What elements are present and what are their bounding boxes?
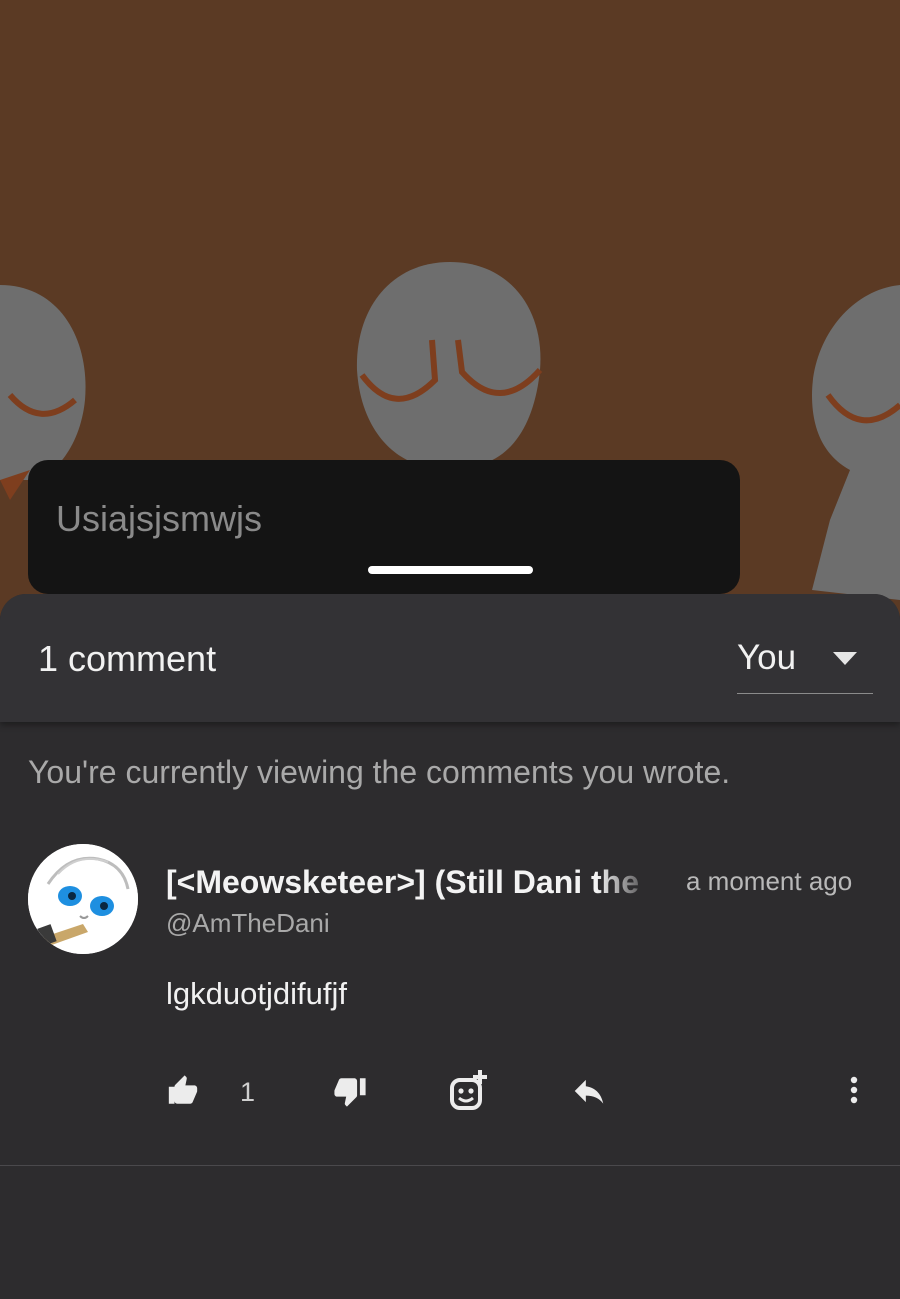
more-options-button[interactable] (842, 1071, 866, 1115)
like-button[interactable] (166, 1071, 200, 1115)
post-caption: Usiajsjsmwjs (56, 498, 262, 539)
comment-author-name[interactable]: [<Meowsketeer>] (Still Dani the (166, 864, 656, 901)
thumbs-down-icon (333, 1074, 367, 1113)
reply-button[interactable] (570, 1071, 608, 1115)
center-figure (356, 262, 543, 465)
comment-actions: 1 (0, 1069, 900, 1121)
comment-filter-dropdown[interactable]: You (737, 634, 873, 694)
comment-item: [<Meowsketeer>] (Still Dani the a moment… (0, 826, 900, 1166)
post-caption-card[interactable]: Usiajsjsmwjs (28, 460, 740, 594)
like-count: 1 (240, 1077, 256, 1107)
avatar[interactable] (28, 844, 138, 954)
comment-body: lgkduotjdifufjf (166, 976, 347, 1011)
comments-sheet: 1 comment You You're currently viewing t… (0, 594, 900, 1299)
comment-count: 1 comment (38, 638, 217, 679)
comment-author-handle: @AmTheDani (166, 908, 330, 938)
dislike-button[interactable] (333, 1071, 367, 1115)
comment-timestamp: a moment ago (686, 866, 853, 896)
more-vertical-icon (842, 1074, 866, 1113)
filter-selected-value: You (737, 638, 797, 677)
drag-handle[interactable] (368, 566, 533, 574)
thumbs-up-icon (166, 1074, 200, 1113)
caret-down-icon (833, 652, 857, 671)
add-reaction-icon (448, 1069, 490, 1117)
right-figure (812, 285, 900, 600)
filter-notice: You're currently viewing the comments yo… (28, 754, 731, 790)
reply-icon (570, 1072, 608, 1115)
add-reaction-button[interactable] (448, 1069, 490, 1117)
comments-header: 1 comment You (0, 594, 900, 722)
comment-divider (0, 1165, 900, 1166)
